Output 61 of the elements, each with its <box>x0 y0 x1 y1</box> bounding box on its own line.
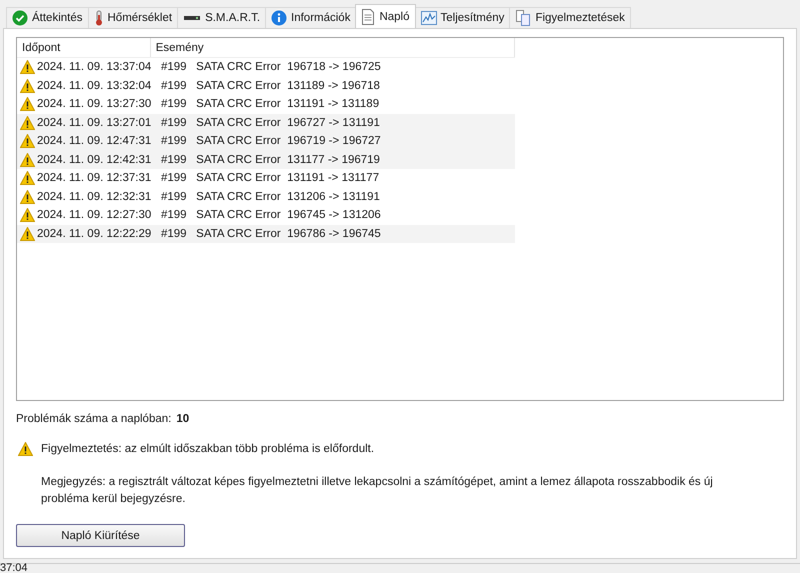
log-row[interactable]: 2024. 11. 09. 12:47:31 #199 SATA CRC Error 196719 -> 196727 <box>17 132 515 150</box>
tab[interactable]: Áttekintés <box>6 7 88 28</box>
chart-icon <box>420 11 437 25</box>
warning-icon <box>20 152 35 167</box>
warning-icon <box>20 134 35 148</box>
log-row[interactable]: 2024. 11. 09. 13:27:30 #199 SATA CRC Error 131191 -> 131189 <box>17 95 515 114</box>
column-header[interactable]: Időpont <box>17 38 151 57</box>
warning-icon <box>18 442 33 456</box>
log-row[interactable]: 2024. 11. 09. 12:22:29 #199 SATA CRC Error 196786 -> 196745 <box>17 224 515 243</box>
warning-icon <box>20 190 35 204</box>
warning-icon <box>20 171 35 186</box>
column-header[interactable]: Esemény <box>150 38 515 57</box>
warning-icon <box>20 226 35 241</box>
warning-icon <box>20 97 35 112</box>
status-text: 37:04 <box>0 563 28 573</box>
table-cell: #199 SATA CRC Error 131177 -> 196719 <box>161 154 380 166</box>
table-cell-text: 2024. 11. 09. 12:32:31 <box>37 190 152 203</box>
table-cell: #199 SATA CRC Error 196786 -> 196745 <box>161 228 381 240</box>
tab[interactable]: Hőmérséklet <box>88 7 178 28</box>
tab[interactable]: Teljesítmény <box>414 7 510 28</box>
warning-icon <box>20 60 35 74</box>
table-cell-text: 2024. 11. 09. 12:22:29 <box>37 228 152 240</box>
table-cell-text: 2024. 11. 09. 13:27:01 <box>37 116 152 129</box>
warning-icon <box>20 208 35 222</box>
warning-text: Figyelmeztetés: az elmúlt időszakban több probléma is előfordult. <box>41 443 374 455</box>
tab[interactable]: Figyelmeztetések <box>509 7 631 28</box>
count-value: 10 <box>176 413 190 425</box>
table-cell-text: 2024. 11. 09. 13:32:04 <box>37 80 152 92</box>
table-cell: #199 SATA CRC Error 196719 -> 196727 <box>161 135 381 148</box>
count-label: Problémák száma a naplóban: <box>16 413 172 425</box>
table-cell-text: 2024. 11. 09. 12:42:31 <box>37 154 152 166</box>
table-cell: #199 SATA CRC Error 196727 -> 131191 <box>161 116 380 129</box>
table-cell: #199 SATA CRC Error 131189 -> 196718 <box>161 80 380 92</box>
log-row[interactable]: 2024. 11. 09. 12:37:31 #199 SATA CRC Error 131191 -> 131177 <box>17 169 515 188</box>
log-row[interactable]: 2024. 11. 09. 13:32:04 #199 SATA CRC Error 131189 -> 196718 <box>17 76 515 95</box>
log-row[interactable]: 2024. 11. 09. 12:42:31 #199 SATA CRC Error 131177 -> 196719 <box>17 150 515 169</box>
table-cell: #199 SATA CRC Error 196745 -> 131206 <box>161 209 381 222</box>
table-cell-text: 2024. 11. 09. 12:27:30 <box>37 209 152 222</box>
table-cell: #199 SATA CRC Error 196718 -> 196725 <box>161 61 381 74</box>
tab[interactable]: Napló <box>355 4 416 28</box>
table-cell: #199 SATA CRC Error 131191 -> 131189 <box>161 98 380 110</box>
clear-log-button[interactable]: Napló Kiürítése <box>16 524 185 547</box>
warning-icon <box>20 78 35 93</box>
log-row[interactable]: 2024. 11. 09. 13:27:01 #199 SATA CRC Error 196727 -> 131191 <box>17 114 515 132</box>
table-cell: #199 SATA CRC Error 131206 -> 131191 <box>161 190 380 203</box>
info-icon <box>271 10 288 26</box>
log-row[interactable]: 2024. 11. 09. 12:32:31 #199 SATA CRC Error 131206 -> 131191 <box>17 188 515 206</box>
log-row[interactable]: 2024. 11. 09. 12:27:30 #199 SATA CRC Error 196745 -> 131206 <box>17 206 515 224</box>
check-circle-icon <box>12 10 28 26</box>
table-cell-text: 2024. 11. 09. 13:37:04 <box>37 61 152 74</box>
document-icon <box>361 8 376 24</box>
table-cell: #199 SATA CRC Error 131191 -> 131177 <box>161 172 380 184</box>
tab[interactable]: Információk <box>265 7 356 28</box>
table-cell-text: 2024. 11. 09. 12:47:31 <box>37 135 152 148</box>
table-cell-text: 2024. 11. 09. 13:27:30 <box>37 98 152 110</box>
copy-document-icon <box>515 10 532 26</box>
table-cell-text: 2024. 11. 09. 12:37:31 <box>37 172 152 184</box>
warning-icon <box>20 116 35 130</box>
log-row[interactable]: 2024. 11. 09. 13:37:04 #199 SATA CRC Error 196718 -> 196725 <box>17 58 515 76</box>
thermometer-icon <box>94 10 104 26</box>
note-text: Megjegyzés: a regisztrált változat képes figyelmeztetni illetve lekapcsolni a számítógépet, amint a lemez állapota rosszabbodik és új probléma kerül bejegyzésre. <box>41 475 714 507</box>
